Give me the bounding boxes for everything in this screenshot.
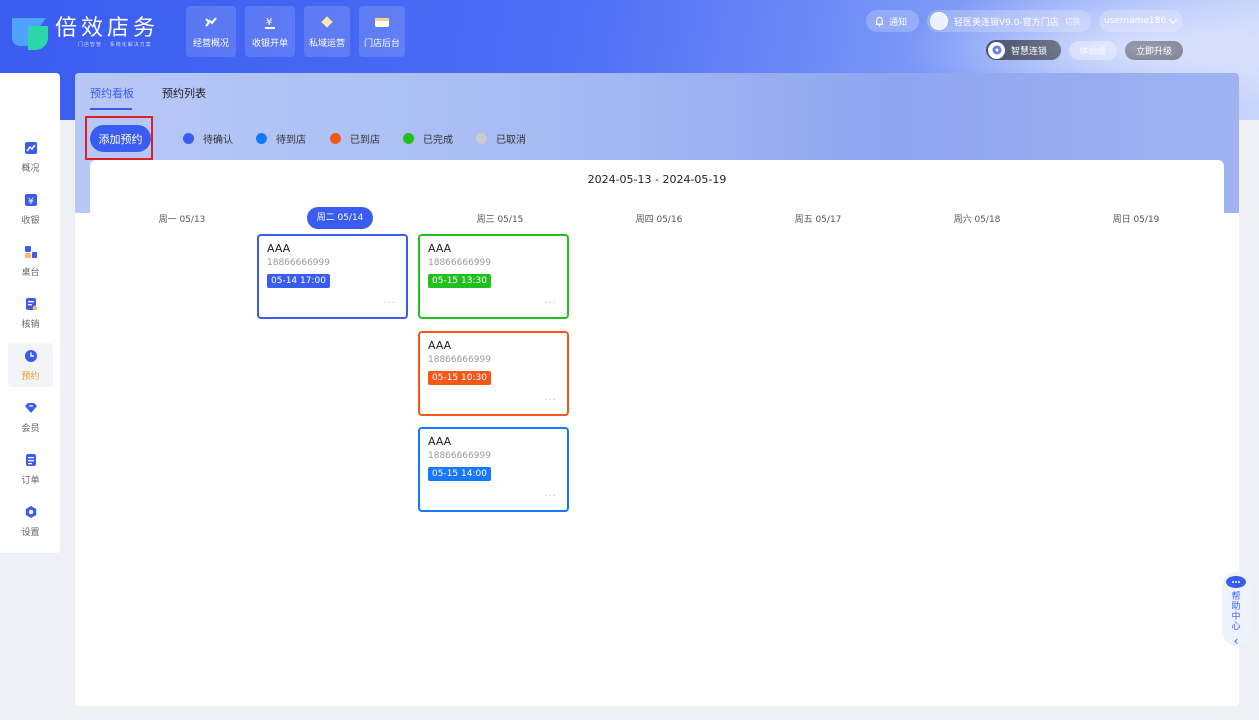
- top-nav: 经营概况 ¥ 收银开单 私域运营 门店后台: [186, 6, 405, 57]
- yen-icon: ¥: [24, 193, 37, 207]
- sidebar: 概况 ¥ 收银 桌台 核销 预约 会员 订单 设置: [0, 73, 60, 553]
- reservation-board: 2024-05-13 - 2024-05-19 周一 05/13 周二 05/1…: [90, 160, 1224, 690]
- chart-icon: [24, 141, 37, 154]
- day-header[interactable]: 周三 05/15: [465, 212, 535, 225]
- help-center-button[interactable]: 帮助中心 ‹: [1222, 572, 1250, 648]
- notify-button[interactable]: 通知: [866, 10, 919, 32]
- customer-phone: 18866666999: [428, 355, 491, 365]
- active-tab-indicator: [90, 108, 132, 110]
- nav-label: 门店后台: [363, 39, 400, 49]
- nav-private-operations[interactable]: 私域运营: [304, 6, 350, 57]
- user-menu[interactable]: username186: [1099, 10, 1183, 32]
- main-panel: 预约看板 预约列表 添加预约 待确认 待到店 已到店 已完成 已取消 2024-…: [75, 73, 1239, 706]
- trial-badge: 体验版: [1069, 41, 1117, 60]
- customer-phone: 18866666999: [267, 258, 330, 268]
- legend-cancelled: 已取消: [476, 131, 526, 146]
- more-options-icon[interactable]: ···: [544, 395, 557, 406]
- verify-icon: [25, 297, 37, 310]
- store-avatar: [930, 12, 948, 30]
- status-dot: [403, 133, 414, 144]
- trend-icon: [203, 14, 219, 30]
- add-reservation-button[interactable]: 添加预约: [90, 125, 151, 152]
- sidebar-item-overview[interactable]: 概况: [8, 135, 53, 179]
- sidebar-item-tables[interactable]: 桌台: [8, 239, 53, 283]
- chevron-left-icon[interactable]: ‹: [1234, 634, 1239, 648]
- sidebar-item-orders[interactable]: 订单: [8, 447, 53, 491]
- reservation-time: 05-15 14:00: [428, 467, 491, 481]
- day-header[interactable]: 周五 05/17: [783, 212, 853, 225]
- sidebar-item-reservations[interactable]: 预约: [8, 343, 53, 387]
- clock-icon: [24, 349, 37, 362]
- legend-completed: 已完成: [403, 131, 453, 146]
- status-dot: [476, 133, 487, 144]
- day-header-active[interactable]: 周二 05/14: [307, 207, 373, 229]
- tab-reservation-list[interactable]: 预约列表: [162, 85, 206, 101]
- sidebar-item-members[interactable]: 会员: [8, 395, 53, 439]
- svg-text:¥: ¥: [266, 17, 272, 28]
- help-label: 帮助中心: [1231, 592, 1241, 632]
- more-options-icon[interactable]: ···: [544, 298, 557, 309]
- customer-phone: 18866666999: [428, 258, 491, 268]
- smart-chain-badge[interactable]: 智慧连锁: [986, 40, 1061, 60]
- legend-pending-arrival: 待到店: [256, 131, 306, 146]
- day-header[interactable]: 周六 05/18: [942, 212, 1012, 225]
- day-header[interactable]: 周日 05/19: [1101, 212, 1171, 225]
- diamond-icon: [319, 14, 335, 30]
- cashier-icon: ¥: [262, 14, 278, 30]
- brand-logo: [12, 18, 48, 50]
- nav-store-backend[interactable]: 门店后台: [359, 6, 405, 57]
- sidebar-item-verify[interactable]: 核销: [8, 291, 53, 335]
- reservation-time: 05-15 13:30: [428, 274, 491, 288]
- username: username186: [1103, 16, 1167, 26]
- day-header[interactable]: 周一 05/13: [147, 212, 217, 225]
- reservation-time: 05-15 10:30: [428, 371, 491, 385]
- brand-subtitle: 门店智管 · 系统化解决方案: [78, 42, 152, 48]
- store-icon: [374, 14, 390, 30]
- tab-reservation-board[interactable]: 预约看板: [90, 85, 134, 101]
- customer-name: AAA: [428, 435, 452, 448]
- shield-icon: [988, 41, 1005, 59]
- customer-name: AAA: [428, 242, 452, 255]
- status-dot: [256, 133, 267, 144]
- svg-text:¥: ¥: [28, 197, 34, 207]
- status-dot: [330, 133, 341, 144]
- diamond-icon: [24, 402, 37, 413]
- customer-phone: 18866666999: [428, 451, 491, 461]
- reservation-time: 05-14 17:00: [267, 274, 330, 288]
- chevron-down-icon: [1168, 18, 1178, 24]
- reservation-card[interactable]: AAA 18866666999 05-15 14:00 ···: [418, 427, 569, 512]
- nav-cashier[interactable]: ¥ 收银开单: [245, 6, 295, 57]
- reservation-card[interactable]: AAA 18866666999 05-15 13:30 ···: [418, 234, 569, 319]
- legend-arrived: 已到店: [330, 131, 380, 146]
- settings-icon: [25, 505, 36, 518]
- sidebar-item-cashier[interactable]: ¥ 收银: [8, 187, 53, 231]
- chat-icon: [1226, 576, 1246, 588]
- sidebar-item-settings[interactable]: 设置: [8, 499, 53, 543]
- customer-name: AAA: [428, 339, 452, 352]
- legend-pending-confirm: 待确认: [183, 131, 233, 146]
- reservation-card[interactable]: AAA 18866666999 05-15 10:30 ···: [418, 331, 569, 416]
- switch-store-link[interactable]: 切换: [1065, 16, 1081, 27]
- store-name: 轻医美连锁V9.0-官方门店: [954, 17, 1059, 28]
- nav-label: 私域运营: [308, 39, 345, 49]
- day-header[interactable]: 周四 05/16: [624, 212, 694, 225]
- order-icon: [25, 453, 36, 466]
- brand-title: 倍效店务: [55, 16, 160, 41]
- table-icon: [24, 245, 37, 258]
- more-options-icon[interactable]: ···: [383, 298, 396, 309]
- store-selector[interactable]: 轻医美连锁V9.0-官方门店 切换: [927, 10, 1091, 32]
- nav-business-overview[interactable]: 经营概况: [186, 6, 236, 57]
- more-options-icon[interactable]: ···: [544, 491, 557, 502]
- reservation-card[interactable]: AAA 18866666999 05-14 17:00 ···: [257, 234, 408, 319]
- status-dot: [183, 133, 194, 144]
- bell-icon: [875, 16, 884, 27]
- upgrade-button[interactable]: 立即升级: [1125, 41, 1183, 60]
- nav-label: 收银开单: [251, 39, 288, 49]
- customer-name: AAA: [267, 242, 291, 255]
- date-range: 2024-05-13 - 2024-05-19: [587, 173, 727, 186]
- nav-label: 经营概况: [192, 39, 229, 49]
